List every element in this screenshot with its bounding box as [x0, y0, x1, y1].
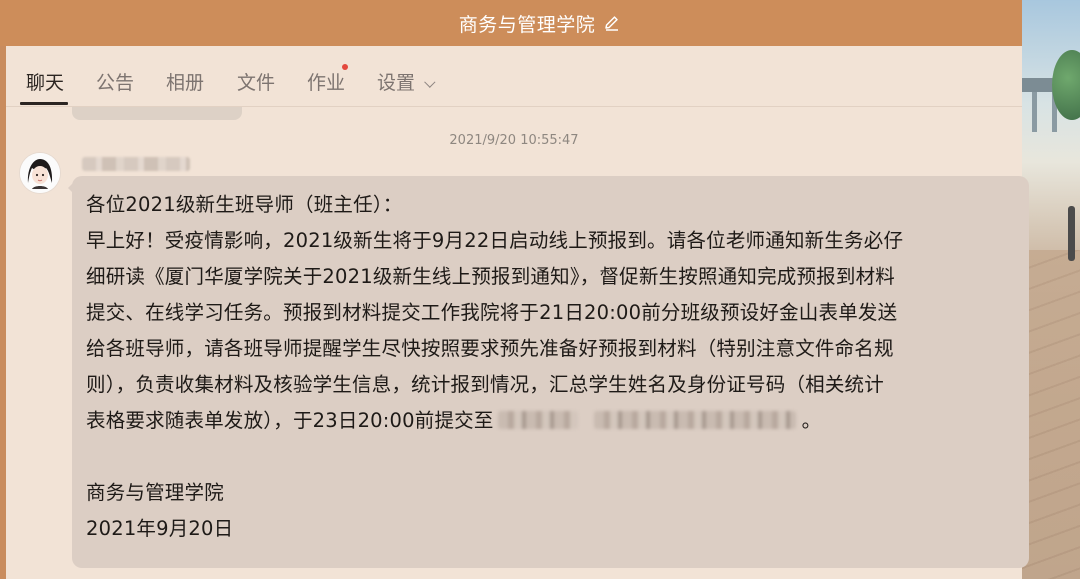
tab-files[interactable]: 文件: [237, 68, 275, 95]
message-line: 表格要求随表单发放），于23日20:00前提交至 。: [86, 403, 1015, 439]
tab-announcement[interactable]: 公告: [96, 68, 134, 95]
message-text: 。: [801, 409, 822, 432]
chat-area: 2021/9/20 10:55:47 各位2021级新生班导师（班主任）： 早上…: [6, 107, 1029, 579]
sender-name-redacted: [82, 157, 190, 171]
signature-date: 2021年9月20日: [86, 517, 234, 540]
tab-settings[interactable]: 设置: [377, 68, 436, 95]
tab-settings-label: 设置: [377, 72, 416, 94]
sender-avatar[interactable]: [20, 153, 60, 193]
message-line: 给各班导师，请各班导师提醒学生尽快按照要求预先准备好预报到材料（特别注意文件命名…: [86, 337, 894, 360]
message-line: 则），负责收集材料及核验学生信息，统计报到情况，汇总学生姓名及身份证号码（相关统…: [86, 373, 884, 396]
scrollbar-thumb[interactable]: [1068, 206, 1075, 261]
signature-org: 商务与管理学院: [86, 481, 224, 504]
notification-dot: [342, 64, 348, 70]
pencil-icon[interactable]: [603, 14, 621, 32]
redacted-recipient: [497, 411, 578, 429]
chevron-down-icon: [424, 76, 436, 88]
tab-album[interactable]: 相册: [166, 68, 204, 95]
tab-homework[interactable]: 作业: [307, 68, 345, 95]
message-timestamp: 2021/9/20 10:55:47: [449, 133, 579, 148]
redacted-email: [593, 411, 796, 429]
title-bar: 商务与管理学院: [0, 0, 1080, 46]
message-line: 提交、在线学习任务。预报到材料提交工作我院将于21日20:00前分班级预设好金山…: [86, 301, 898, 324]
message-line: 早上好！受疫情影响，2021级新生将于9月22日启动线上预报到。请各位老师通知新…: [86, 229, 904, 252]
message-bubble[interactable]: 各位2021级新生班导师（班主任）： 早上好！受疫情影响，2021级新生将于9月…: [72, 176, 1029, 568]
tab-chat[interactable]: 聊天: [26, 68, 64, 95]
active-tab-indicator: [20, 102, 68, 105]
message-line: 各位2021级新生班导师（班主任）：: [86, 193, 403, 216]
window-title: 商务与管理学院: [458, 13, 596, 36]
tab-bar: 聊天 公告 相册 文件 作业 设置: [6, 46, 1022, 107]
message-text: 表格要求随表单发放），于23日20:00前提交至: [86, 409, 494, 432]
message-line: 细研读《厦门华厦学院关于2021级新生线上预报到通知》，督促新生按照通知完成预报…: [86, 265, 895, 288]
background-scenery: [1022, 0, 1080, 579]
avatar-icon: [20, 153, 60, 193]
previous-message-bubble: [72, 107, 242, 120]
